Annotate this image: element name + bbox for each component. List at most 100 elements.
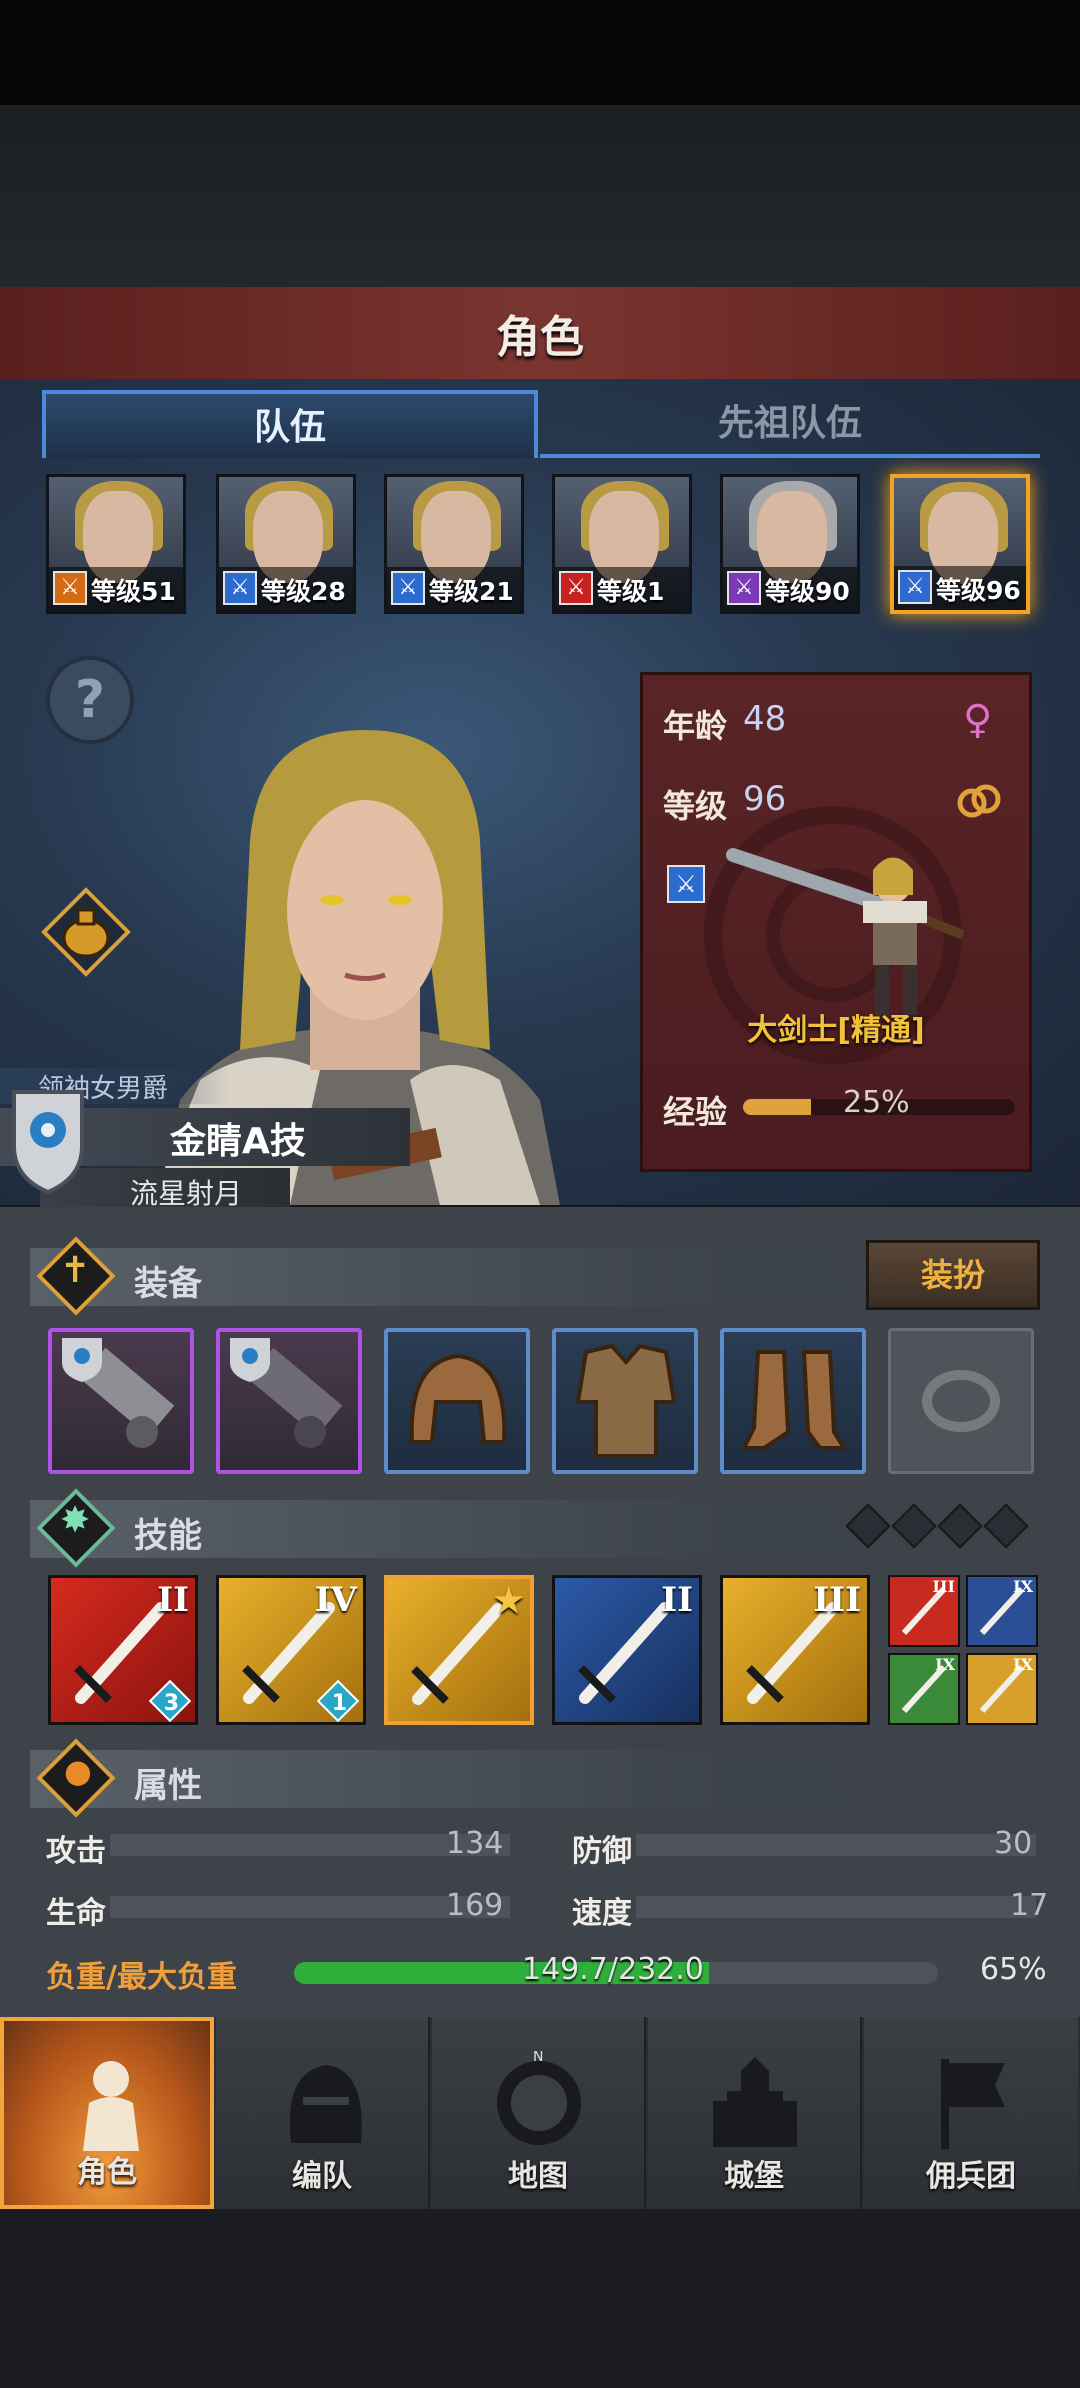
attributes-title: 属性 <box>134 1766 202 1806</box>
banner-icon <box>941 2059 1005 2149</box>
passive-skill-2[interactable]: IX <box>966 1575 1038 1647</box>
nav-character[interactable]: 角色 <box>0 2017 214 2209</box>
helmet-icon <box>409 1353 507 1444</box>
hp-label: 生命 <box>46 1896 106 1931</box>
armor-icon <box>575 1343 677 1458</box>
svg-text:N: N <box>533 2051 543 2065</box>
boots-icon <box>740 1350 848 1450</box>
passive-skill-1[interactable]: III <box>888 1575 960 1647</box>
character-subtitle: 流星射月 <box>130 1177 243 1210</box>
potion-button[interactable] <box>40 886 132 978</box>
weapon-slot-2[interactable] <box>216 1328 362 1474</box>
exp-bar-fill <box>743 1099 811 1115</box>
nav-map-label: 地图 <box>508 2159 568 2194</box>
tab-ancestor-team[interactable]: 先祖队伍 <box>540 390 1040 458</box>
skill-gem-count: 1 <box>331 1691 347 1716</box>
age-label: 年龄 <box>663 707 728 745</box>
passive-skill-rank: IX <box>1013 1577 1033 1596</box>
defense-label: 防御 <box>572 1834 632 1869</box>
portrait-level-strip: ⚔ 等级28 <box>219 567 353 611</box>
person-icon: ● <box>64 1752 92 1790</box>
bottom-backdrop <box>0 2209 1080 2388</box>
star-burst-icon: ✸ <box>60 1500 91 1541</box>
cross-icon: ✝ <box>60 1250 91 1291</box>
nav-castle[interactable]: 城堡 <box>648 2017 862 2209</box>
load-label: 负重/最大负重 <box>46 1960 237 1995</box>
greatsword-icon <box>230 1338 343 1448</box>
skill-rank: IV <box>314 1580 357 1620</box>
passive-skill-4[interactable]: IX <box>966 1653 1038 1725</box>
hp-value: 169 <box>446 1888 504 1923</box>
class-icon: ⚔ <box>391 571 425 605</box>
castle-icon <box>713 2057 797 2147</box>
skill-slot-5[interactable]: III <box>720 1575 870 1725</box>
exp-label: 经验 <box>663 1093 728 1131</box>
class-icon: ⚔ <box>898 570 932 604</box>
skills-title: 技能 <box>134 1516 202 1556</box>
rings-icon <box>957 784 1001 818</box>
nav-character-label: 角色 <box>77 2155 137 2190</box>
roster-portrait-6[interactable]: ⚔ 等级96 <box>890 474 1030 614</box>
class-icon: ⚔ <box>53 571 87 605</box>
portrait-level-text: 等级90 <box>765 577 850 606</box>
skill-rank: II <box>661 1580 693 1620</box>
class-name: 大剑士[精通] <box>747 1013 925 1048</box>
roster-portrait-3[interactable]: ⚔ 等级21 <box>384 474 524 614</box>
helmet-slot[interactable] <box>384 1328 530 1474</box>
outfit-button[interactable]: 装扮 <box>866 1240 1040 1310</box>
star-icon: ★ <box>493 1581 524 1621</box>
skill-rank: III <box>813 1580 861 1620</box>
compass-icon: N <box>497 2051 581 2145</box>
attack-value: 134 <box>446 1826 504 1861</box>
portrait-level-text: 等级28 <box>261 577 346 606</box>
attack-label: 攻击 <box>46 1834 106 1869</box>
load-value: 149.7/232.0 <box>522 1952 704 1987</box>
nav-formation[interactable]: 编队 <box>216 2017 430 2209</box>
speed-label: 速度 <box>572 1896 632 1931</box>
roster-portrait-2[interactable]: ⚔ 等级28 <box>216 474 356 614</box>
skill-slot-4[interactable]: II <box>552 1575 702 1725</box>
stats-card: 年龄 48 ♀ 等级 96 ⚔ 大剑士[精通] 经验 25% <box>640 672 1032 1172</box>
portrait-level-text: 等级21 <box>429 577 514 606</box>
age-value: 48 <box>743 699 787 739</box>
class-icon: ⚔ <box>727 571 761 605</box>
ring-slot-empty[interactable] <box>888 1328 1034 1474</box>
skill-rank: II <box>157 1580 189 1620</box>
female-icon: ♀ <box>963 697 993 743</box>
skill-slot-2[interactable]: IV 1 <box>216 1575 366 1725</box>
potion-icon <box>41 887 131 977</box>
class-sword-icon: ⚔ <box>667 865 705 903</box>
equipment-title: 装备 <box>134 1264 202 1304</box>
portrait-level-text: 等级51 <box>91 577 176 606</box>
question-icon: ? <box>74 670 106 730</box>
roster-portrait-1[interactable]: ⚔ 等级51 <box>46 474 186 614</box>
portrait-level-strip: ⚔ 等级96 <box>894 566 1026 610</box>
roster-portrait-4[interactable]: ⚔ 等级1 <box>552 474 692 614</box>
portrait-level-strip: ⚔ 等级90 <box>723 567 857 611</box>
weapon-slot-1[interactable] <box>48 1328 194 1474</box>
speed-value: 17 <box>1010 1888 1049 1923</box>
load-percent: 65% <box>980 1952 1047 1987</box>
boots-slot[interactable] <box>720 1328 866 1474</box>
level-label: 等级 <box>663 787 728 825</box>
skill-slot-1[interactable]: II 3 <box>48 1575 198 1725</box>
armor-slot[interactable] <box>552 1328 698 1474</box>
tab-team[interactable]: 队伍 <box>42 390 538 458</box>
class-icon: ⚔ <box>559 571 593 605</box>
page-title: 角色 <box>496 312 584 363</box>
passive-skill-3[interactable]: IX <box>888 1653 960 1725</box>
level-value: 96 <box>743 779 787 819</box>
skill-slot-3[interactable]: ★ <box>384 1575 534 1725</box>
character-name: 金睛A技 <box>170 1121 306 1162</box>
defense-value: 30 <box>994 1826 1033 1861</box>
crest-shield-icon <box>12 1090 84 1195</box>
nav-castle-label: 城堡 <box>724 2159 784 2194</box>
name-plate: 领袖女男爵 金睛A技 流星射月 <box>0 1068 420 1210</box>
passive-skill-rank: IX <box>1013 1655 1033 1674</box>
nav-map[interactable]: N 地图 <box>432 2017 646 2209</box>
top-backdrop <box>0 105 1080 287</box>
roster-portrait-5[interactable]: ⚔ 等级90 <box>720 474 860 614</box>
defense-bar <box>636 1834 1036 1856</box>
nav-mercenary[interactable]: 佣兵团 <box>864 2017 1078 2209</box>
class-icon: ⚔ <box>223 571 257 605</box>
